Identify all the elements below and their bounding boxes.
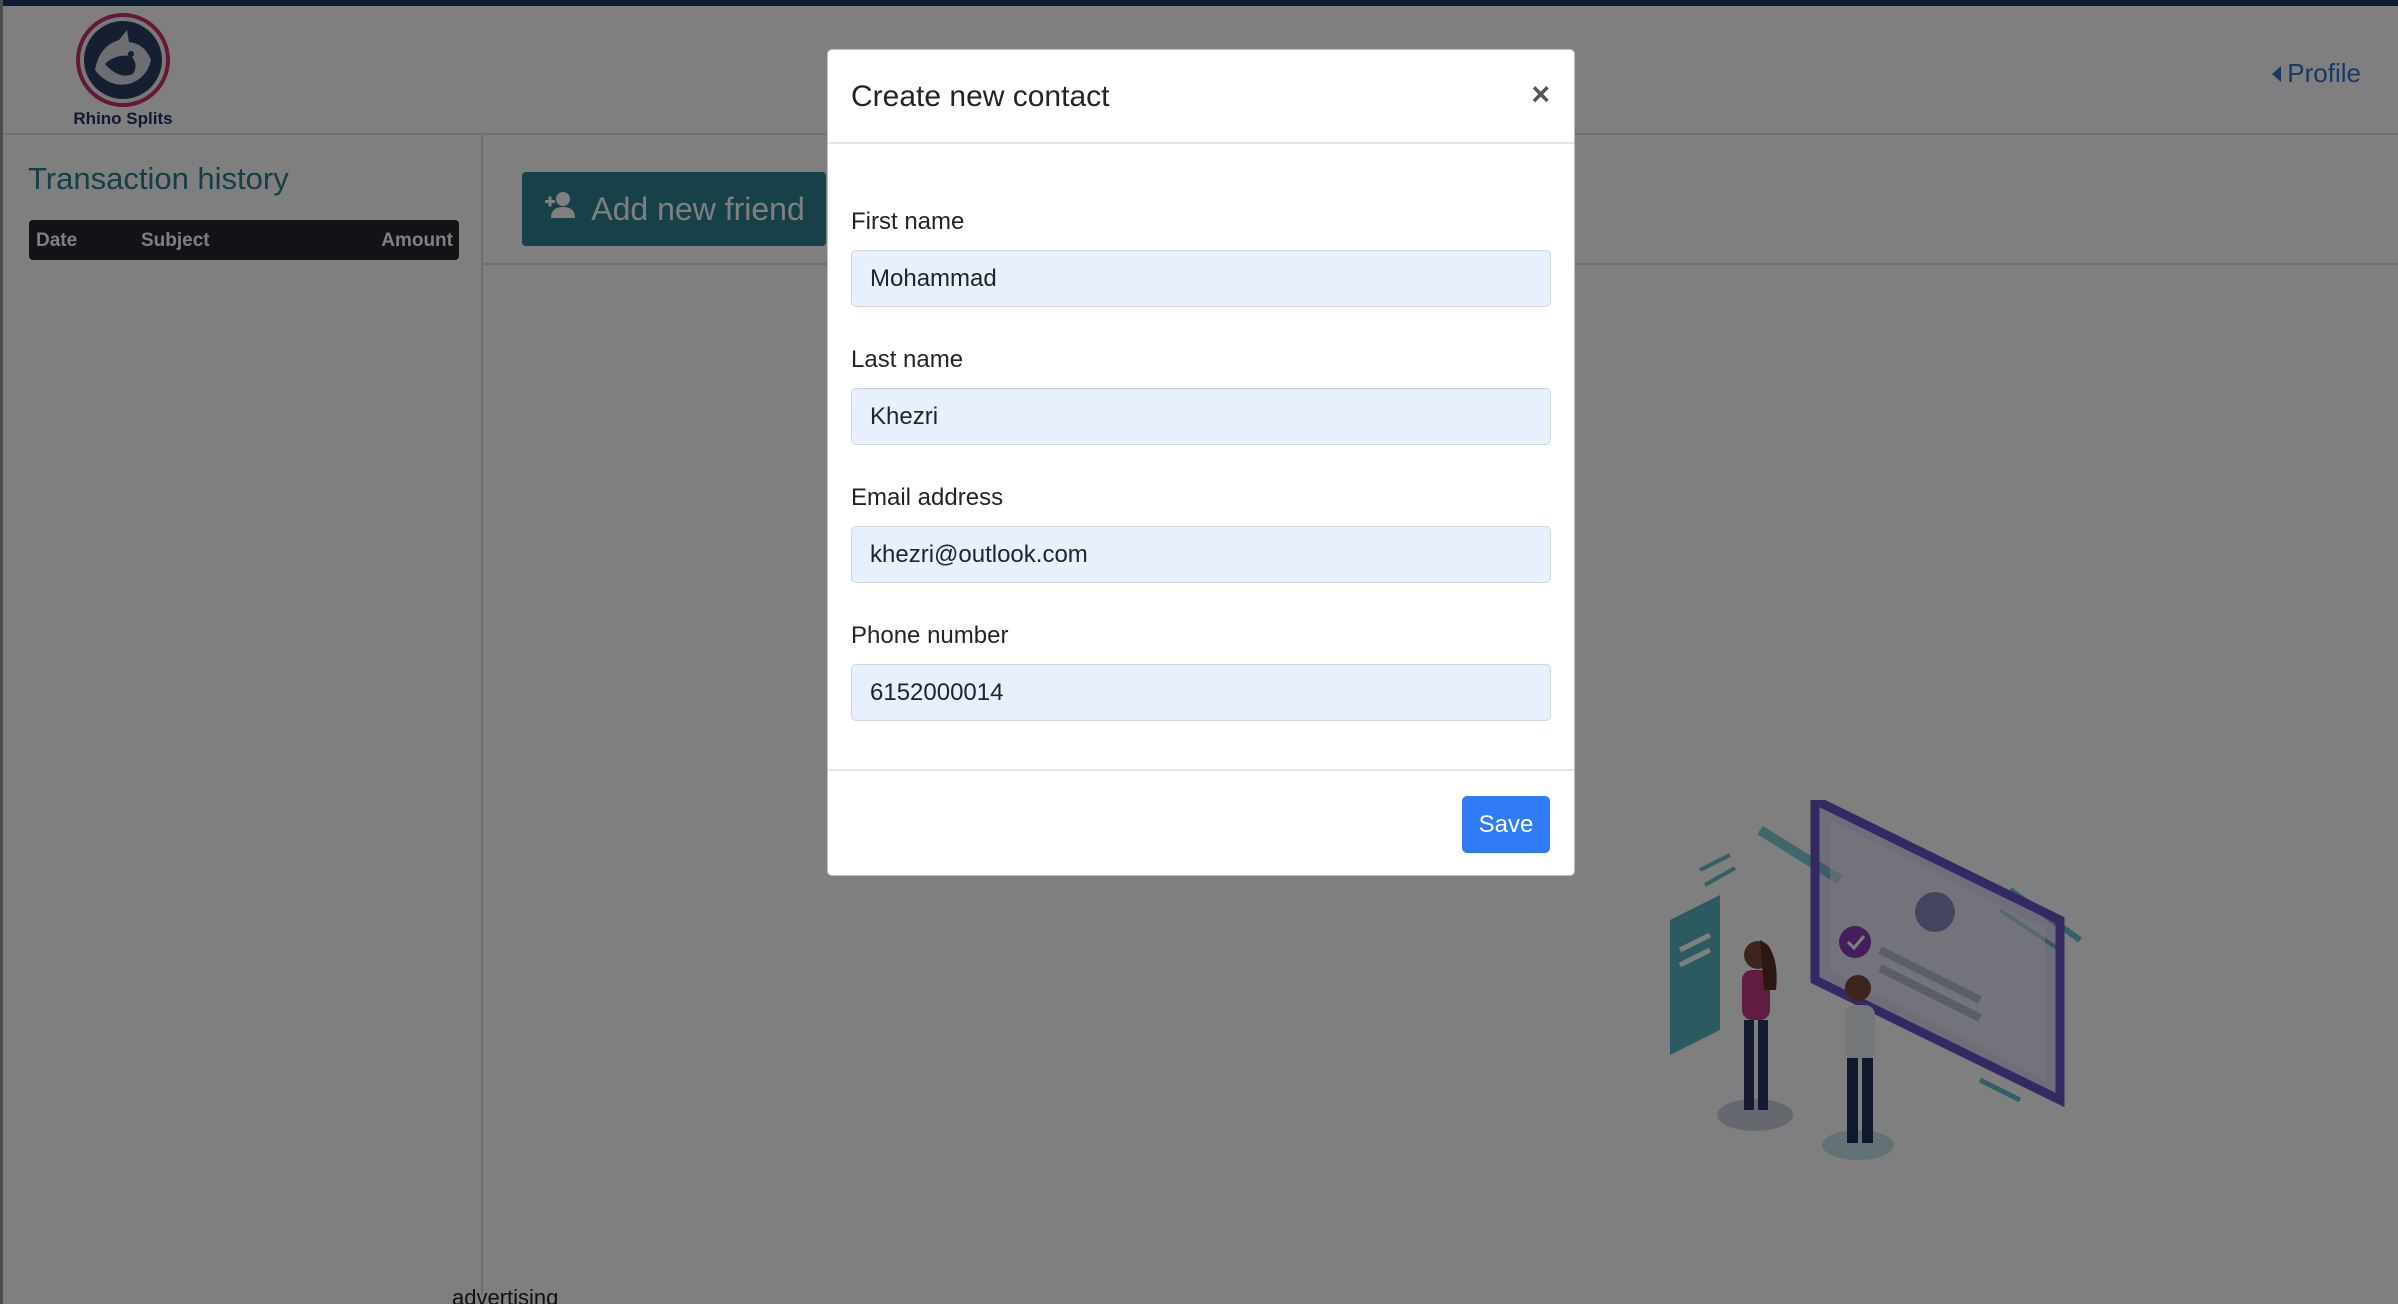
email-field[interactable] bbox=[851, 526, 1551, 583]
email-label: Email address bbox=[851, 484, 1004, 511]
modal-title: Create new contact bbox=[851, 80, 1110, 113]
close-icon[interactable]: × bbox=[1531, 78, 1550, 110]
last-name-label: Last name bbox=[851, 346, 964, 373]
phone-field[interactable] bbox=[851, 664, 1551, 721]
save-button[interactable]: Save bbox=[1462, 796, 1550, 853]
modal-footer: Save bbox=[828, 769, 1574, 877]
first-name-label: First name bbox=[851, 208, 965, 235]
phone-label: Phone number bbox=[851, 622, 1009, 649]
first-name-field[interactable] bbox=[851, 250, 1551, 307]
create-contact-modal: Create new contact × First name Last nam… bbox=[827, 49, 1575, 876]
last-name-field[interactable] bbox=[851, 388, 1551, 445]
modal-header: Create new contact × bbox=[828, 50, 1574, 144]
